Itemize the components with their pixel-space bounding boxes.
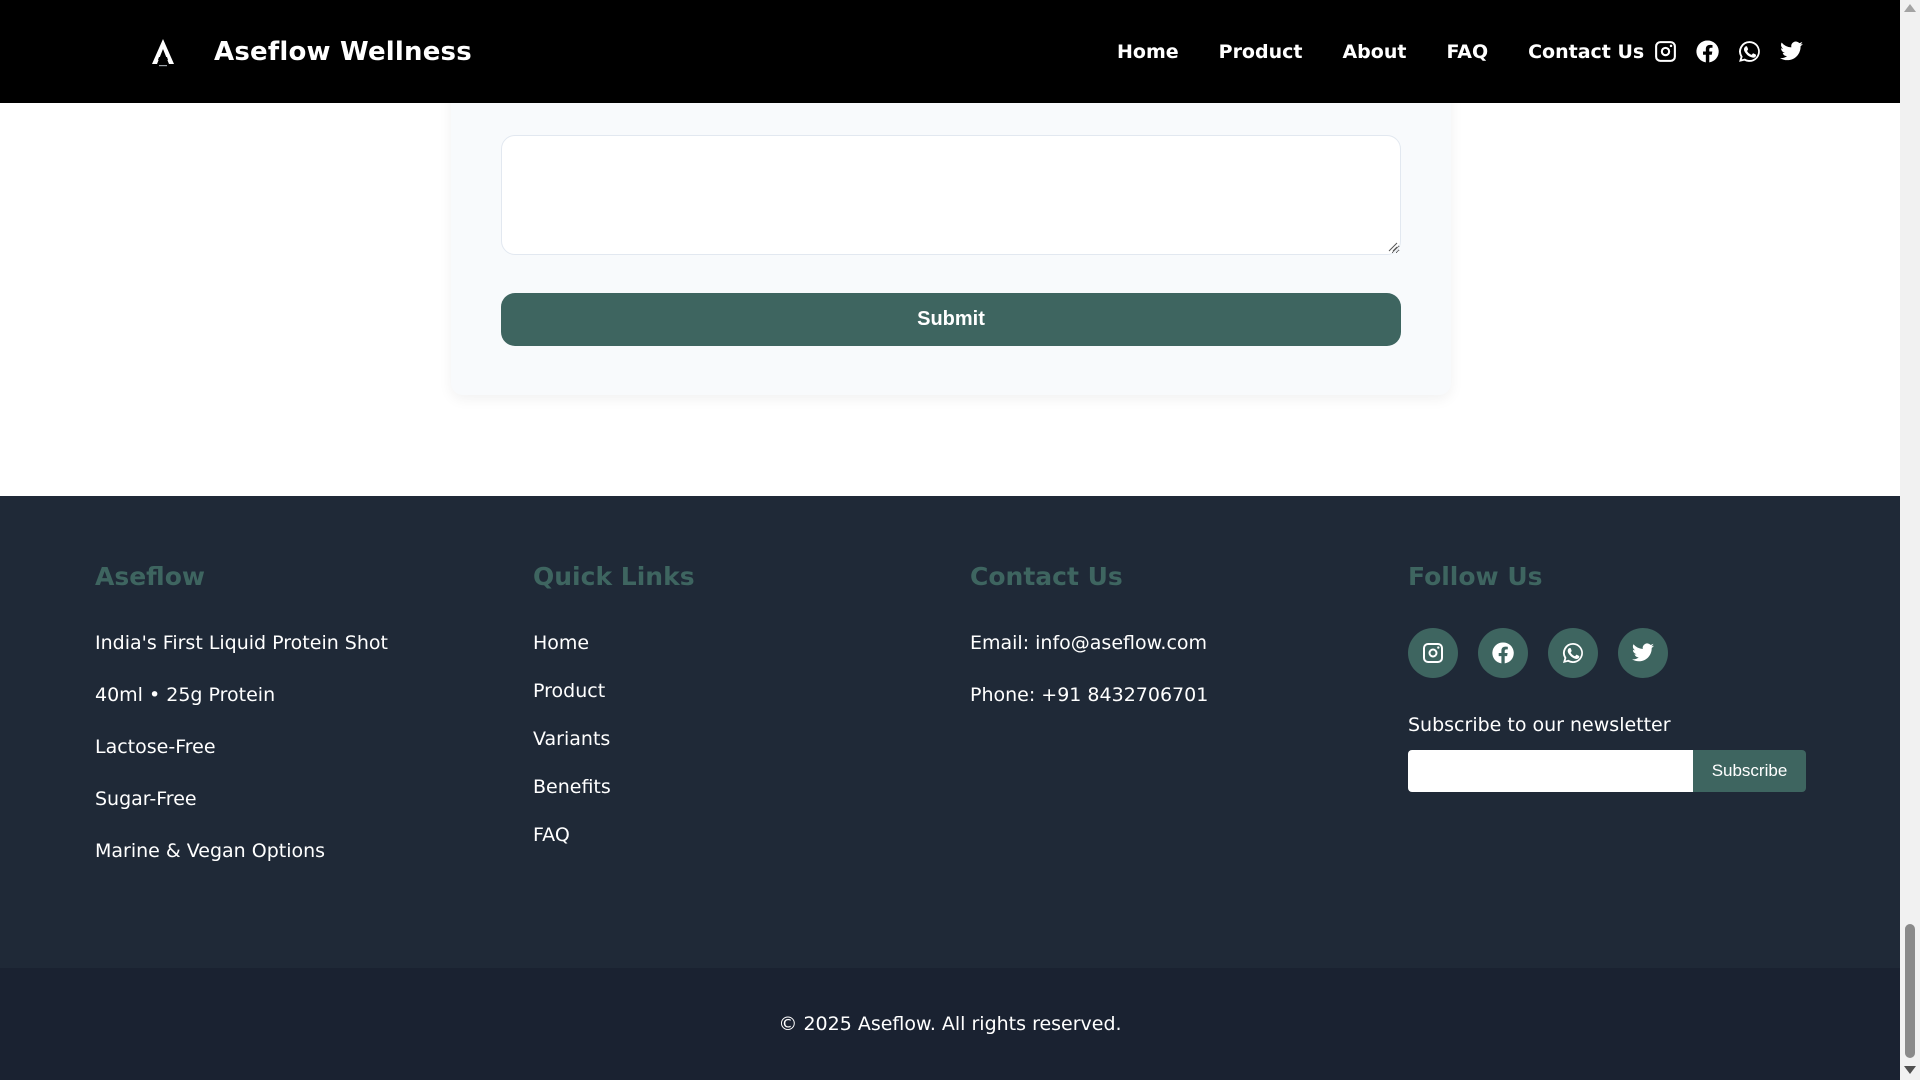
nav-contact-us[interactable]: Contact Us: [1528, 41, 1644, 63]
footer-link-product[interactable]: Product: [533, 680, 605, 702]
main-nav: Home Product About FAQ Contact Us: [1117, 0, 1644, 103]
footer-link-benefits[interactable]: Benefits: [533, 776, 611, 798]
subscribe-button[interactable]: Subscribe: [1693, 750, 1806, 792]
whatsapp-icon[interactable]: [1548, 628, 1598, 678]
footer-about-line: Sugar-Free: [95, 788, 197, 810]
instagram-icon[interactable]: [1408, 628, 1458, 678]
footer-contact-title: Contact Us: [970, 562, 1123, 591]
page-scrollbar[interactable]: [1900, 0, 1920, 1080]
footer-quick-links-title: Quick Links: [533, 562, 695, 591]
newsletter-label: Subscribe to our newsletter: [1408, 714, 1671, 736]
footer-about-line: India's First Liquid Protein Shot: [95, 632, 388, 654]
facebook-icon[interactable]: [1695, 39, 1720, 64]
nav-home[interactable]: Home: [1117, 41, 1179, 63]
brand-name: Aseflow Wellness: [214, 36, 472, 67]
message-textarea[interactable]: [501, 135, 1401, 255]
footer-contact-phone: Phone: +91 8432706701: [970, 684, 1209, 706]
site-header: Aseflow Wellness Home Product About FAQ …: [0, 0, 1900, 103]
footer-link-variants[interactable]: Variants: [533, 728, 610, 750]
nav-product[interactable]: Product: [1219, 41, 1303, 63]
instagram-icon[interactable]: [1653, 39, 1678, 64]
footer-follow-title: Follow Us: [1408, 562, 1543, 591]
scrollbar-thumb[interactable]: [1905, 924, 1915, 1058]
brand-logo-icon: [152, 38, 174, 66]
nav-faq[interactable]: FAQ: [1446, 41, 1488, 63]
site-footer: Aseflow India's First Liquid Protein Sho…: [0, 496, 1900, 968]
footer-social-links: [1408, 628, 1688, 678]
header-social-links: [1653, 0, 1804, 103]
copyright-text: © 2025 Aseflow. All rights reserved.: [778, 1013, 1122, 1035]
whatsapp-icon[interactable]: [1737, 39, 1762, 64]
resize-grip-icon[interactable]: [1386, 240, 1398, 252]
submit-button[interactable]: Submit: [501, 293, 1401, 346]
nav-about[interactable]: About: [1342, 41, 1406, 63]
facebook-icon[interactable]: [1478, 628, 1528, 678]
footer-bottom-bar: © 2025 Aseflow. All rights reserved.: [0, 968, 1900, 1080]
newsletter-email-input[interactable]: [1408, 750, 1693, 792]
twitter-icon[interactable]: [1618, 628, 1668, 678]
scroll-up-icon[interactable]: [1904, 4, 1916, 12]
footer-link-faq[interactable]: FAQ: [533, 824, 570, 846]
scroll-down-icon[interactable]: [1904, 1066, 1916, 1074]
footer-about-line: 40ml • 25g Protein: [95, 684, 276, 706]
brand[interactable]: Aseflow Wellness: [150, 0, 472, 103]
footer-about-line: Lactose-Free: [95, 736, 216, 758]
footer-about-line: Marine & Vegan Options: [95, 840, 326, 862]
twitter-icon[interactable]: [1779, 39, 1804, 64]
footer-link-home[interactable]: Home: [533, 632, 589, 654]
footer-about-title: Aseflow: [95, 562, 205, 591]
footer-contact-email: Email: info@aseflow.com: [970, 632, 1208, 654]
